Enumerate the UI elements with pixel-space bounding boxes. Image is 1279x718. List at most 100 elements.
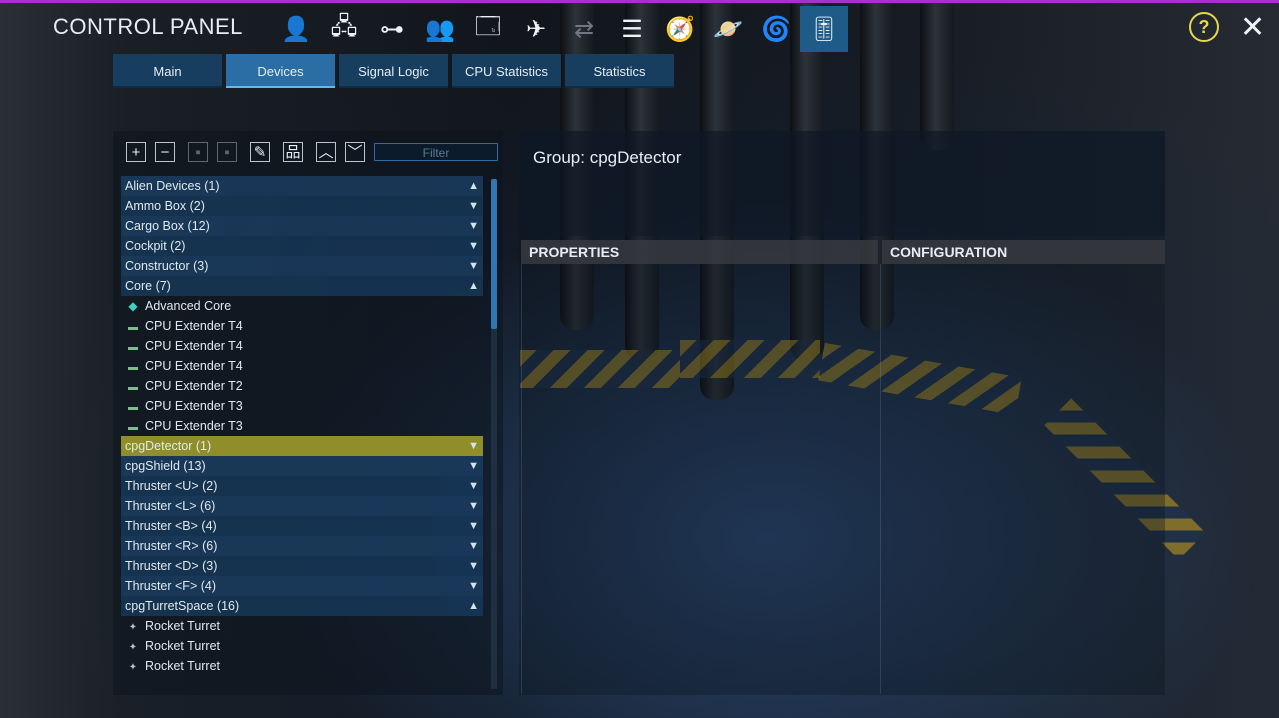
- device-label: CPU Extender T3: [145, 419, 243, 433]
- ship-icon[interactable]: ✈: [512, 6, 560, 52]
- expand-arrow-icon[interactable]: ▼: [468, 196, 479, 216]
- galaxy-icon[interactable]: 🌀: [752, 6, 800, 52]
- device-label: cpgShield (13): [125, 459, 206, 473]
- expand-arrow-icon[interactable]: ▼: [468, 236, 479, 256]
- cpu-icon: ▬: [128, 382, 138, 393]
- device-label: Cockpit (2): [125, 239, 186, 253]
- device-label: cpgDetector (1): [125, 439, 212, 453]
- compass-icon[interactable]: 🧭: [656, 6, 704, 52]
- hierarchy-icon[interactable]: 品: [283, 142, 303, 162]
- tab-cpu-statistics[interactable]: CPU Statistics: [452, 54, 561, 88]
- device-row[interactable]: ▬ CPU Extender T4: [121, 336, 483, 356]
- device-group-row[interactable]: Thruster <B> (4) ▼: [121, 516, 483, 536]
- device-row[interactable]: ✦ Rocket Turret: [121, 636, 483, 656]
- device-label: Alien Devices (1): [125, 179, 220, 193]
- device-group-row[interactable]: cpgTurretSpace (16) ▲: [121, 596, 483, 616]
- expand-arrow-icon[interactable]: ▼: [468, 496, 479, 516]
- device-row[interactable]: ✦ Rocket Turret: [121, 656, 483, 676]
- add-icon[interactable]: +: [126, 142, 146, 162]
- collapse-arrow-icon[interactable]: ▲: [468, 276, 479, 296]
- expand-arrow-icon[interactable]: ▼: [468, 456, 479, 476]
- device-row[interactable]: ▬ CPU Extender T2: [121, 376, 483, 396]
- device-label: Thruster <R> (6): [125, 539, 218, 553]
- group-title: Group: cpgDetector: [533, 148, 682, 167]
- close-icon[interactable]: ✕: [1240, 10, 1265, 45]
- cpu-icon: ▬: [128, 322, 138, 333]
- device-row[interactable]: ▬ CPU Extender T3: [121, 416, 483, 436]
- window-icon[interactable]: 🗔: [464, 6, 512, 52]
- device-group-row[interactable]: Thruster <F> (4) ▼: [121, 576, 483, 596]
- list-icon[interactable]: ☰: [608, 6, 656, 52]
- cpu-icon: ▬: [128, 422, 138, 433]
- filter-input[interactable]: Filter: [374, 143, 498, 161]
- expand-arrow-icon[interactable]: ▼: [468, 576, 479, 596]
- network-icon[interactable]: 🖧: [320, 6, 368, 52]
- rename-icon[interactable]: ✎: [250, 142, 270, 162]
- device-label: Ammo Box (2): [125, 199, 205, 213]
- tab-statistics[interactable]: Statistics: [565, 54, 674, 88]
- tab-signal-logic[interactable]: Signal Logic: [339, 54, 448, 88]
- device-group-row[interactable]: Core (7) ▲: [121, 276, 483, 296]
- player-icon[interactable]: 👤: [272, 6, 320, 52]
- expand-arrow-icon[interactable]: ▼: [468, 216, 479, 236]
- expand-arrow-icon[interactable]: ▼: [468, 476, 479, 496]
- remove-icon[interactable]: −: [155, 142, 175, 162]
- device-group-row[interactable]: Thruster <L> (6) ▼: [121, 496, 483, 516]
- device-list: Alien Devices (1) ▲ Ammo Box (2) ▼ Cargo Box…: [121, 176, 483, 676]
- device-label: Constructor (3): [125, 259, 209, 273]
- collapse-arrow-icon[interactable]: ▲: [468, 176, 479, 196]
- faction-icon[interactable]: 👥: [416, 6, 464, 52]
- expand-arrow-icon[interactable]: ▼: [468, 556, 479, 576]
- sliders-icon[interactable]: 🎚: [800, 6, 848, 52]
- expand-arrow-icon[interactable]: ▼: [468, 516, 479, 536]
- expand-arrow-icon[interactable]: ▼: [468, 256, 479, 276]
- cpu-icon: ▬: [128, 362, 138, 373]
- device-row[interactable]: ▬ CPU Extender T4: [121, 316, 483, 336]
- device-group-row[interactable]: Ammo Box (2) ▼: [121, 196, 483, 216]
- copy-icon[interactable]: ▪: [188, 142, 208, 162]
- tab-devices[interactable]: Devices: [226, 54, 335, 88]
- move-down-icon[interactable]: ﹀: [345, 142, 365, 162]
- detail-panel: Group: cpgDetector PROPERTIES CONFIGURAT…: [519, 131, 1165, 695]
- device-group-row[interactable]: Thruster <R> (6) ▼: [121, 536, 483, 556]
- device-group-row[interactable]: Alien Devices (1) ▲: [121, 176, 483, 196]
- device-label: CPU Extender T3: [145, 399, 243, 413]
- move-up-icon[interactable]: ︿: [316, 142, 336, 162]
- device-group-row[interactable]: Constructor (3) ▼: [121, 256, 483, 276]
- device-label: Cargo Box (12): [125, 219, 210, 233]
- device-row[interactable]: ▬ CPU Extender T3: [121, 396, 483, 416]
- structure-icon[interactable]: ⊶: [368, 6, 416, 52]
- device-label: Thruster <F> (4): [125, 579, 216, 593]
- tab-main[interactable]: Main: [113, 54, 222, 88]
- device-row[interactable]: ✦ Rocket Turret: [121, 616, 483, 636]
- device-group-row[interactable]: cpgDetector (1) ▼: [121, 436, 483, 456]
- page-title: CONTROL PANEL: [53, 14, 243, 39]
- help-icon[interactable]: ?: [1189, 12, 1219, 42]
- device-label: CPU Extender T4: [145, 359, 243, 373]
- collapse-arrow-icon[interactable]: ▲: [468, 596, 479, 616]
- expand-arrow-icon[interactable]: ▼: [468, 436, 479, 456]
- device-group-row[interactable]: Thruster <U> (2) ▼: [121, 476, 483, 496]
- device-group-row[interactable]: Cockpit (2) ▼: [121, 236, 483, 256]
- device-label: Rocket Turret: [145, 619, 221, 633]
- turret-icon: ✦: [128, 662, 138, 673]
- device-label: Thruster <U> (2): [125, 479, 218, 493]
- device-row[interactable]: ◆ Advanced Core: [121, 296, 483, 316]
- scrollbar[interactable]: [491, 179, 497, 689]
- device-label: Rocket Turret: [145, 659, 221, 673]
- device-group-row[interactable]: Cargo Box (12) ▼: [121, 216, 483, 236]
- mode-toolbar: 👤 🖧 ⊶ 👥 🗔 ✈ ⇄ ☰ 🧭 🪐 🌀 🎚: [272, 6, 848, 52]
- device-group-row[interactable]: cpgShield (13) ▼: [121, 456, 483, 476]
- expand-arrow-icon[interactable]: ▼: [468, 536, 479, 556]
- properties-header: PROPERTIES: [521, 240, 878, 264]
- tab-bar: Main Devices Signal Logic CPU Statistics Sta…: [113, 54, 678, 88]
- turret-icon: ✦: [128, 642, 138, 653]
- device-group-row[interactable]: Thruster <D> (3) ▼: [121, 556, 483, 576]
- list-toolbar: + − ▪ ▪ ✎ 品 ︿ ﹀ Filter: [126, 141, 498, 163]
- paste-icon[interactable]: ▪: [217, 142, 237, 162]
- device-list-panel: + − ▪ ▪ ✎ 品 ︿ ﹀ Filter Alien Devices (1) ▲ Ammo Bo…: [113, 131, 503, 695]
- transfer-icon[interactable]: ⇄: [560, 6, 608, 52]
- planet-icon[interactable]: 🪐: [704, 6, 752, 52]
- scrollbar-thumb[interactable]: [491, 179, 497, 329]
- device-row[interactable]: ▬ CPU Extender T4: [121, 356, 483, 376]
